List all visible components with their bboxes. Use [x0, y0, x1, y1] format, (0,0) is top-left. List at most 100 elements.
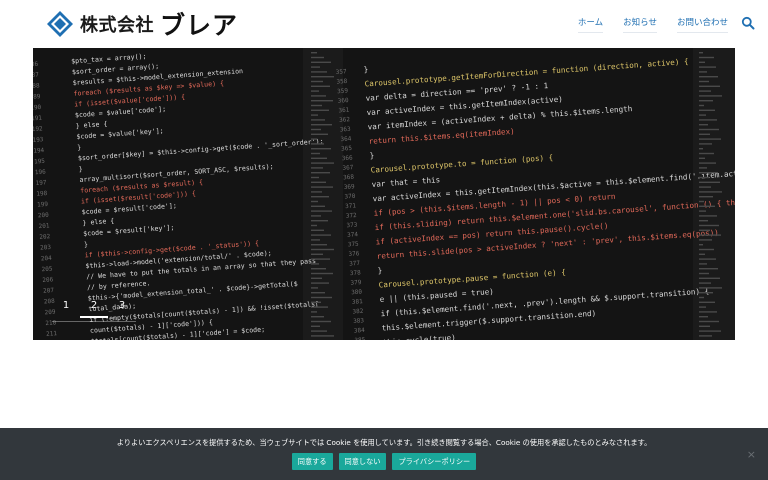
- blurred-code-mark: [311, 138, 317, 140]
- blurred-code-mark: [311, 71, 327, 73]
- blurred-code-mark: [311, 272, 333, 275]
- blurred-code-mark: [311, 210, 332, 212]
- blurred-code-mark: [699, 128, 719, 131]
- line-number: 204: [41, 255, 53, 263]
- search-icon[interactable]: [741, 16, 755, 30]
- blurred-code-mark: [311, 56, 324, 59]
- line-number: 368: [343, 174, 355, 182]
- blurred-code-mark: [699, 109, 715, 111]
- line-number: 379: [350, 279, 362, 287]
- cookie-reject-button[interactable]: 同意しない: [338, 453, 387, 470]
- line-number: 195: [34, 158, 46, 166]
- code-line: }: [78, 165, 83, 173]
- slider-pagination: 1 2 3: [52, 300, 136, 318]
- blurred-code-mark: [699, 66, 716, 68]
- blurred-code-mark: [311, 215, 321, 217]
- site-logo[interactable]: 株式会社 ブレア: [46, 8, 238, 40]
- line-number: 206: [42, 276, 54, 284]
- line-number: 373: [346, 222, 358, 230]
- code-line: }: [84, 240, 89, 248]
- blurred-code-mark: [699, 176, 709, 179]
- line-number: 385: [354, 336, 366, 340]
- blurred-code-mark: [311, 292, 325, 294]
- blurred-code-mark: [699, 287, 722, 289]
- line-number: 207: [43, 287, 55, 295]
- line-number: 191: [33, 115, 43, 123]
- nav-item-contact[interactable]: お問い合わせ: [676, 16, 728, 33]
- cookie-button-group: 同意する 同意しない プライバシーポリシー: [0, 453, 768, 470]
- blurred-code-mark: [311, 200, 318, 203]
- blurred-code-mark: [311, 306, 328, 308]
- blurred-code-mark: [699, 186, 711, 188]
- line-number: 367: [342, 164, 354, 172]
- line-number: 376: [348, 250, 360, 258]
- blurred-code-mark: [311, 66, 320, 68]
- code-line: }: [77, 143, 82, 151]
- blurred-code-mark: [311, 244, 327, 246]
- blurred-code-mark: [311, 205, 325, 207]
- blurred-code-mark: [699, 311, 717, 313]
- blurred-code-mark: [311, 316, 324, 318]
- line-number: 362: [339, 116, 351, 124]
- blurred-code-mark: [699, 114, 706, 116]
- blurred-code-mark: [311, 85, 330, 87]
- blurred-code-mark: [699, 325, 710, 327]
- blurred-code-mark: [699, 61, 705, 63]
- blurred-code-mark: [699, 263, 707, 265]
- line-number: 375: [348, 241, 360, 249]
- line-number: 383: [353, 317, 365, 325]
- main-nav: ホーム お知らせ お問い合わせ: [577, 14, 728, 34]
- blurred-code-mark: [699, 172, 718, 174]
- line-number: 374: [347, 231, 359, 239]
- blurred-code-mark: [699, 133, 710, 135]
- line-number: 360: [338, 97, 350, 105]
- line-number: 371: [345, 202, 357, 210]
- blurred-code-mark: [311, 282, 329, 284]
- blurred-code-mark: [311, 186, 333, 188]
- nav-item-home[interactable]: ホーム: [577, 16, 604, 33]
- blurred-code-mark: [311, 119, 325, 121]
- nav-item-news[interactable]: お知らせ: [623, 16, 657, 33]
- blurred-code-mark: [699, 104, 704, 107]
- blurred-code-mark: [311, 335, 334, 337]
- blurred-code-mark: [699, 85, 720, 87]
- line-number: 194: [33, 147, 45, 155]
- line-number: 359: [337, 87, 349, 95]
- blurred-code-mark: [699, 253, 705, 255]
- blurred-code-mark: [311, 248, 334, 251]
- cookie-accept-button[interactable]: 同意する: [291, 453, 333, 470]
- blurred-code-mark: [311, 181, 326, 183]
- blurred-code-mark: [311, 234, 331, 236]
- line-number: 211: [46, 330, 58, 338]
- blurred-code-mark: [311, 320, 331, 323]
- blurred-code-mark: [311, 239, 320, 241]
- blurred-code-mark: [699, 162, 716, 164]
- blurred-code-mark: [699, 52, 703, 54]
- blurred-code-mark: [699, 76, 718, 78]
- line-number: 380: [351, 289, 363, 297]
- line-number: 187: [33, 72, 40, 80]
- blurred-code-mark: [699, 316, 708, 318]
- blurred-code-mark: [699, 200, 704, 203]
- close-icon[interactable]: ×: [747, 448, 756, 461]
- blurred-code-mark: [699, 148, 703, 150]
- privacy-policy-button[interactable]: プライバシーポリシー: [392, 453, 477, 470]
- blurred-code-mark: [311, 258, 330, 260]
- blurred-code-mark: [699, 215, 717, 217]
- blurred-code-mark: [311, 148, 331, 150]
- slide-dot-1[interactable]: 1: [52, 300, 80, 318]
- code-image: 186 187 188 189 190 191 192 193 194 195 196 197 198 1…: [33, 48, 735, 340]
- slide-dot-2[interactable]: 2: [80, 300, 108, 318]
- blurred-code-mark: [699, 152, 714, 155]
- slide-dot-3[interactable]: 3: [108, 300, 136, 318]
- blurred-code-mark: [311, 114, 318, 116]
- blurred-code-mark: [699, 56, 714, 59]
- blurred-code-mark: [699, 268, 718, 270]
- blurred-code-mark: [311, 143, 324, 145]
- blurred-code-mark: [311, 157, 327, 159]
- site-header: 株式会社 ブレア ホーム お知らせ お問い合わせ: [0, 0, 768, 48]
- blurred-code-mark: [699, 296, 704, 299]
- blurred-code-mark: [311, 311, 317, 313]
- blurred-code-mark: [311, 172, 330, 174]
- blurred-code-mark: [699, 282, 711, 284]
